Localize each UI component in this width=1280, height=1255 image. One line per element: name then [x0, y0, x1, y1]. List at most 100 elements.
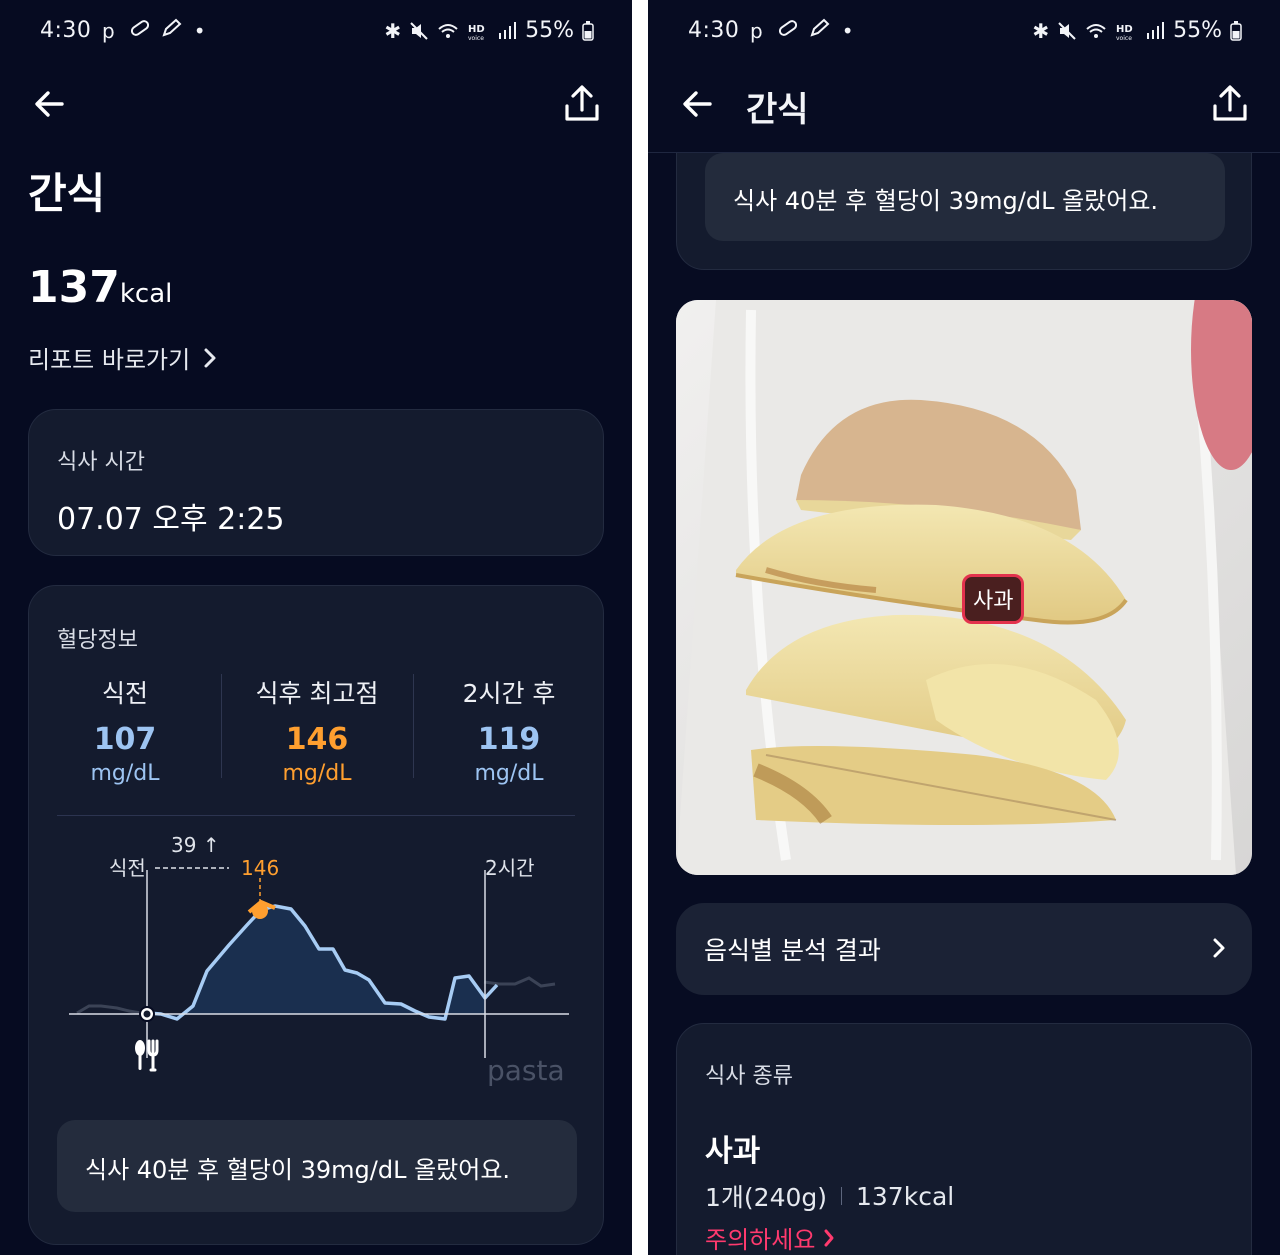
food-detail: 1개(240g) 137kcal — [705, 1178, 954, 1214]
chevron-right-icon — [204, 348, 216, 367]
stat-two-hours: 2시간 후 119 mg/dL — [413, 674, 605, 786]
p-icon: p — [102, 19, 119, 43]
before-meal-marker-inner — [143, 1010, 151, 1018]
battery-icon — [1230, 20, 1242, 41]
screen-meal-detail: 4:30 p • ✱ HD voice 55% 간식 137kcal 리포트 바로… — [0, 0, 632, 1255]
calorie-value: 137 — [28, 262, 120, 313]
card-divider — [57, 815, 575, 816]
stat-label: 식전 — [101, 679, 148, 708]
pencil-icon — [810, 18, 830, 37]
back-arrow-icon[interactable] — [676, 82, 720, 126]
chevron-right-icon — [824, 1229, 834, 1246]
glucose-info-label: 혈당정보 — [57, 628, 138, 653]
meal-time-card: 식사 시간 07.07 오후 2:25 — [28, 409, 604, 556]
utensils-icon — [135, 1039, 159, 1072]
report-link[interactable]: 리포트 바로가기 — [28, 340, 218, 375]
chevron-right-icon — [1213, 938, 1225, 958]
stat-label: 2시간 후 — [462, 679, 556, 708]
pencil-icon — [162, 18, 182, 37]
top-app-bar: 간식 — [648, 76, 1280, 136]
before-meal-label: 식전 — [109, 856, 146, 880]
top-app-bar — [0, 76, 632, 136]
notification-icons: p • — [102, 18, 210, 43]
signal-icon — [1147, 21, 1165, 39]
glucose-area — [147, 906, 485, 1019]
food-kcal: 137kcal — [856, 1181, 955, 1211]
stat-unit: mg/dL — [90, 761, 160, 786]
detail-separator — [841, 1187, 842, 1205]
food-name: 사과 — [705, 1134, 761, 1169]
notification-icons: p • — [750, 18, 858, 43]
mute-icon — [410, 21, 428, 40]
food-analysis-label: 음식별 분석 결과 — [704, 936, 881, 965]
glucose-message: 식사 40분 후 혈당이 39mg/dL 올랐어요. — [705, 153, 1225, 241]
food-portion: 1개(240g) — [705, 1183, 827, 1212]
wifi-icon — [438, 23, 458, 38]
svg-text:HD: HD — [468, 24, 485, 35]
stat-label: 식후 최고점 — [255, 679, 379, 708]
meal-time-value: 07.07 오후 2:25 — [57, 502, 285, 537]
system-icons: ✱ HDvoice 55% — [384, 18, 594, 43]
dot-icon: • — [841, 19, 858, 43]
screen-meal-photo: 4:30 p • ✱ HDvoice 55% 식사 40분 후 혈당이 39mg… — [648, 0, 1280, 1255]
bluetooth-icon: ✱ — [384, 18, 402, 43]
svg-text:voice: voice — [468, 35, 484, 41]
meal-title: 간식 — [28, 169, 106, 218]
screen-separator — [632, 0, 648, 1255]
back-arrow-icon[interactable] — [28, 82, 72, 126]
stat-before-meal: 식전 107 mg/dL — [29, 674, 221, 786]
pasta-watermark: pasta — [487, 1054, 565, 1087]
bluetooth-icon: ✱ — [1032, 18, 1050, 43]
signal-icon — [499, 21, 517, 39]
meal-time-label: 식사 시간 — [57, 450, 145, 475]
stat-value: 119 — [477, 722, 541, 757]
share-icon[interactable] — [1208, 82, 1252, 126]
food-analysis-button[interactable]: 음식별 분석 결과 — [676, 903, 1252, 995]
svg-text:HD: HD — [1116, 24, 1133, 35]
wifi-icon — [1086, 23, 1106, 38]
share-icon[interactable] — [560, 82, 604, 126]
peak-label: 146 — [241, 856, 279, 880]
status-bar: 4:30 p • ✱ HDvoice 55% — [40, 18, 594, 52]
battery-percent: 55% — [1173, 18, 1222, 43]
dot-icon: • — [193, 19, 210, 43]
glucose-stats: 식전 107 mg/dL 식후 최고점 146 mg/dL 2시간 후 119 … — [29, 674, 605, 786]
mute-icon — [1058, 21, 1076, 40]
header-divider — [648, 152, 1280, 153]
peak-marker — [252, 903, 268, 919]
pill-icon — [130, 20, 150, 36]
system-icons: ✱ HDvoice 55% — [1032, 18, 1242, 43]
meal-type-card: 식사 종류 사과 1개(240g) 137kcal 주의하세요 — [676, 1023, 1252, 1255]
hd-voice-icon: HDvoice — [1116, 24, 1133, 41]
glucose-chart: 39 ↑ 식전 146 2시간 pasta — [69, 833, 569, 1087]
post-window-line — [483, 976, 556, 988]
pre-meal-line — [76, 1004, 142, 1015]
hd-voice-icon: HDvoice — [468, 24, 485, 41]
caution-label: 주의하세요 — [705, 1226, 816, 1254]
calorie-total: 137kcal — [28, 262, 172, 313]
report-link-label: 리포트 바로가기 — [28, 346, 191, 374]
stat-peak: 식후 최고점 146 mg/dL — [221, 674, 413, 786]
header-title: 간식 — [746, 90, 809, 130]
battery-icon — [582, 20, 594, 41]
battery-percent: 55% — [525, 18, 574, 43]
status-time: 4:30 — [40, 18, 92, 43]
p-icon: p — [750, 19, 767, 43]
glucose-message: 식사 40분 후 혈당이 39mg/dL 올랐어요. — [57, 1120, 577, 1212]
pill-icon — [778, 20, 798, 36]
calorie-unit: kcal — [119, 279, 173, 309]
glucose-info-card: 혈당정보 식전 107 mg/dL 식후 최고점 146 mg/dL 2시간 후… — [28, 585, 604, 1245]
stat-value: 146 — [285, 722, 349, 757]
two-hour-label: 2시간 — [485, 856, 535, 880]
caution-link[interactable]: 주의하세요 — [705, 1220, 835, 1255]
stat-unit: mg/dL — [474, 761, 544, 786]
rise-label: 39 ↑ — [171, 833, 220, 857]
food-tag[interactable]: 사과 — [962, 574, 1025, 624]
stat-unit: mg/dL — [282, 761, 352, 786]
meal-photo[interactable]: 사과 — [676, 300, 1252, 875]
stat-value: 107 — [93, 722, 157, 757]
meal-type-label: 식사 종류 — [705, 1064, 793, 1089]
status-time: 4:30 — [688, 18, 740, 43]
status-bar-overlay: 4:30 p • ✱ HD voice 55% — [688, 18, 1242, 52]
svg-text:voice: voice — [1116, 35, 1132, 41]
